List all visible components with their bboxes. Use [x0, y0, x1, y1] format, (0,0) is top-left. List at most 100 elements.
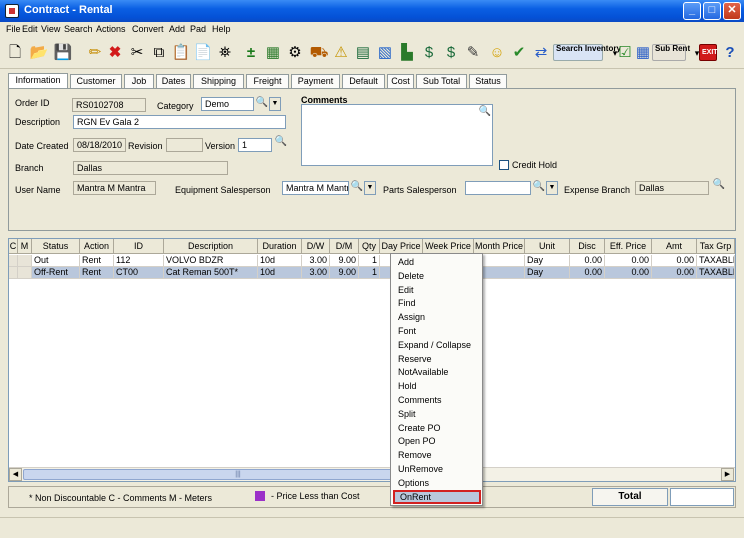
- col-header-id[interactable]: ID: [114, 239, 164, 254]
- payment-icon[interactable]: $: [440, 42, 462, 64]
- scroll-thumb[interactable]: |||: [23, 469, 453, 480]
- menu-item-remove[interactable]: Remove: [393, 449, 481, 463]
- category-select[interactable]: Demo: [201, 97, 254, 111]
- sub-rent-button[interactable]: Sub Rent: [652, 44, 690, 61]
- tab-status[interactable]: Status: [469, 74, 507, 88]
- menu-item-hold[interactable]: Hold: [393, 380, 481, 394]
- tab-job[interactable]: Job: [124, 74, 154, 88]
- exit-button[interactable]: EXIT: [699, 44, 718, 61]
- col-header-dw[interactable]: D/W: [302, 239, 330, 254]
- tab-default[interactable]: Default: [342, 74, 385, 88]
- maximize-button[interactable]: □: [703, 2, 721, 20]
- menu-item-delete[interactable]: Delete: [393, 270, 481, 284]
- row-c-checkbox[interactable]: [9, 255, 18, 267]
- menu-item-edit[interactable]: Edit: [393, 284, 481, 298]
- col-header-day-price[interactable]: Day Price: [380, 239, 423, 254]
- col-header-m[interactable]: M: [18, 239, 32, 254]
- col-header-description[interactable]: Description: [164, 239, 258, 254]
- menu-help[interactable]: Help: [212, 24, 231, 34]
- menu-item-assign[interactable]: Assign: [393, 311, 481, 325]
- delete-icon[interactable]: ✖: [104, 42, 126, 64]
- new-document-icon[interactable]: 🗋: [4, 42, 26, 64]
- horizontal-scrollbar[interactable]: ◀ ||| ▶: [9, 467, 735, 481]
- report-icon[interactable]: ▧: [374, 42, 396, 64]
- menu-item-find[interactable]: Find: [393, 297, 481, 311]
- alert-icon[interactable]: ⚠: [330, 42, 352, 64]
- description-field[interactable]: RGN Ev Gala 2: [73, 115, 286, 129]
- search-icon[interactable]: 🔍: [350, 181, 364, 194]
- edit-pencil-icon[interactable]: ✏: [84, 42, 106, 64]
- cut-icon[interactable]: ✂: [126, 42, 148, 64]
- menu-item-create-po[interactable]: Create PO: [393, 422, 481, 436]
- menu-item-notavailable[interactable]: NotAvailable: [393, 366, 481, 380]
- chart-icon[interactable]: ▙: [396, 42, 418, 64]
- chevron-down-icon[interactable]: ▼: [546, 181, 558, 195]
- col-header-unit[interactable]: Unit: [525, 239, 570, 254]
- menu-add[interactable]: Add: [169, 24, 185, 34]
- menu-actions[interactable]: Actions: [96, 24, 126, 34]
- tab-freight[interactable]: Freight: [246, 74, 289, 88]
- credit-hold-checkbox[interactable]: [499, 160, 509, 170]
- tab-shipping[interactable]: Shipping: [193, 74, 244, 88]
- sub-rent-icon[interactable]: ▦: [632, 42, 654, 64]
- minimize-button[interactable]: _: [683, 2, 701, 20]
- version-field[interactable]: 1: [238, 138, 272, 152]
- table-icon[interactable]: ▤: [352, 42, 374, 64]
- menu-file[interactable]: File: [6, 24, 21, 34]
- menu-item-reserve[interactable]: Reserve: [393, 353, 481, 367]
- row-m-checkbox[interactable]: [18, 267, 32, 279]
- menu-item-open-po[interactable]: Open PO: [393, 435, 481, 449]
- menu-item-split[interactable]: Split: [393, 408, 481, 422]
- search-inventory-button[interactable]: Search Inventory: [553, 44, 621, 61]
- search-icon[interactable]: 🔍: [478, 106, 492, 119]
- col-header-dm[interactable]: D/M: [330, 239, 359, 254]
- menu-item-onrent[interactable]: OnRent: [393, 490, 481, 504]
- menu-pad[interactable]: Pad: [190, 24, 206, 34]
- col-header-duration[interactable]: Duration: [258, 239, 302, 254]
- help-icon[interactable]: ?: [719, 42, 741, 64]
- menu-convert[interactable]: Convert: [132, 24, 164, 34]
- tab-dates[interactable]: Dates: [156, 74, 191, 88]
- col-header-month-price[interactable]: Month Price: [474, 239, 525, 254]
- col-header-action[interactable]: Action: [80, 239, 114, 254]
- comments-field[interactable]: [301, 104, 493, 166]
- tab-customer[interactable]: Customer: [70, 74, 122, 88]
- menu-item-font[interactable]: Font: [393, 325, 481, 339]
- menu-view[interactable]: View: [41, 24, 60, 34]
- search-icon[interactable]: 🔍: [274, 136, 288, 149]
- save-icon[interactable]: 💾: [52, 42, 74, 64]
- col-header-disc[interactable]: Disc: [570, 239, 605, 254]
- close-button[interactable]: ✕: [723, 2, 741, 20]
- group-icon[interactable]: ⚙: [284, 42, 306, 64]
- menu-item-add[interactable]: Add: [393, 256, 481, 270]
- table-row-selected[interactable]: Off-Rent Rent CT00 Cat Reman 500T* 10d 3…: [9, 267, 735, 279]
- plus-minus-icon[interactable]: ±: [240, 42, 262, 64]
- menu-item-comments[interactable]: Comments: [393, 394, 481, 408]
- col-header-tax-grp[interactable]: Tax Grp: [697, 239, 735, 254]
- col-header-qty[interactable]: Qty: [359, 239, 380, 254]
- paste-icon[interactable]: 📋: [170, 42, 192, 64]
- search-icon[interactable]: 🔍: [532, 181, 546, 194]
- check-icon[interactable]: ✔: [508, 42, 530, 64]
- document-icon[interactable]: 📄: [192, 42, 214, 64]
- menu-item-unremove[interactable]: UnRemove: [393, 463, 481, 477]
- col-header-c[interactable]: C: [9, 239, 18, 254]
- menu-item-expand-collapse[interactable]: Expand / Collapse: [393, 339, 481, 353]
- chevron-down-icon[interactable]: ▼: [269, 97, 281, 111]
- parts-salesperson-select[interactable]: [465, 181, 531, 195]
- row-m-checkbox[interactable]: [18, 255, 32, 267]
- tab-cost[interactable]: Cost: [387, 74, 414, 88]
- transfer-icon[interactable]: ⇄: [530, 42, 552, 64]
- col-header-eff-price[interactable]: Eff. Price: [605, 239, 652, 254]
- smiley-icon[interactable]: ☺: [486, 42, 508, 64]
- calculator-icon[interactable]: ▦: [262, 42, 284, 64]
- col-header-amt[interactable]: Amt: [652, 239, 697, 254]
- menu-search[interactable]: Search: [64, 24, 93, 34]
- scroll-right-icon[interactable]: ▶: [721, 468, 734, 481]
- chevron-down-icon[interactable]: ▼: [364, 181, 376, 195]
- col-header-status[interactable]: Status: [32, 239, 80, 254]
- invoice-icon[interactable]: $: [418, 42, 440, 64]
- col-header-week-price[interactable]: Week Price: [423, 239, 474, 254]
- tab-payment[interactable]: Payment: [291, 74, 340, 88]
- copy-icon[interactable]: ⧉: [148, 42, 170, 64]
